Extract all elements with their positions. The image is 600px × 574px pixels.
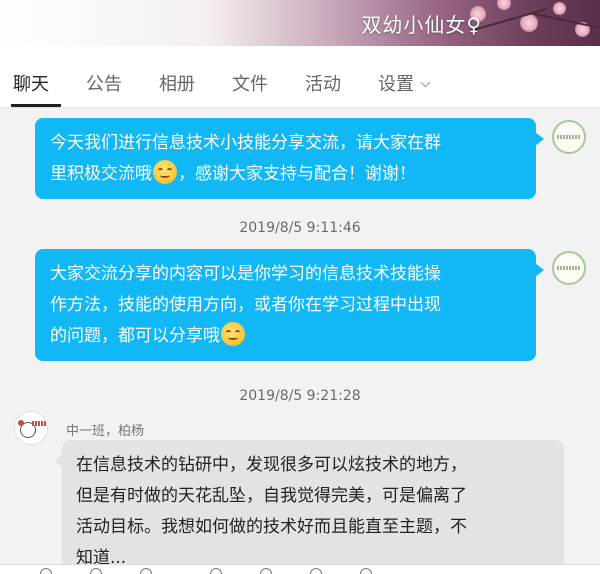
tab-album[interactable]: 相册 bbox=[159, 70, 195, 96]
self-avatar[interactable] bbox=[552, 120, 586, 154]
branch-decoration bbox=[529, 12, 599, 29]
blossom-decoration bbox=[497, 0, 511, 10]
message-text: 的问题，都可以分享哦 bbox=[50, 326, 220, 346]
more-icon[interactable] bbox=[360, 568, 372, 574]
outgoing-message-bubble[interactable]: 今天我们进行信息技术小技能分享交流，请大家在群 里积极交流哦 ，感谢大家支持与配合… bbox=[35, 118, 544, 199]
self-avatar[interactable] bbox=[552, 251, 586, 285]
message-text: 里积极交流哦 bbox=[50, 164, 152, 184]
chevron-down-icon bbox=[420, 77, 431, 88]
blossom-decoration bbox=[553, 2, 566, 15]
message-text: 大家交流分享的内容可以是你学习的信息技术技能操 bbox=[50, 264, 441, 284]
gif-icon[interactable] bbox=[90, 568, 102, 574]
sender-name: 中一班，柏杨 bbox=[66, 424, 145, 439]
message-text: 今天我们进行信息技术小技能分享交流，请大家在群 bbox=[50, 133, 441, 153]
tab-activity[interactable]: 活动 bbox=[305, 70, 341, 96]
smile-emoji-icon bbox=[153, 160, 177, 184]
message-text: 在信息技术的钻研中，发现很多可以炫技术的地方， bbox=[76, 455, 467, 475]
scissors-icon[interactable] bbox=[140, 568, 152, 574]
sender-avatar[interactable] bbox=[14, 411, 48, 445]
chat-message-list[interactable]: 今天我们进行信息技术小技能分享交流，请大家在群 里积极交流哦 ，感谢大家支持与配合… bbox=[0, 108, 600, 564]
mic-icon[interactable] bbox=[310, 568, 322, 574]
active-tab-indicator bbox=[11, 104, 61, 107]
message-text: ，感谢大家支持与配合！谢谢！ bbox=[178, 164, 416, 184]
tab-files[interactable]: 文件 bbox=[232, 70, 268, 96]
emoji-icon[interactable] bbox=[40, 568, 52, 574]
message-text: 作方法，技能的使用方向，或者你在学习过程中出现 bbox=[50, 295, 441, 315]
tab-settings[interactable]: 设置 bbox=[378, 70, 431, 96]
tab-chat[interactable]: 聊天 bbox=[13, 70, 49, 96]
title-bar: 双幼小仙女♀ bbox=[0, 0, 600, 46]
outgoing-message-bubble[interactable]: 大家交流分享的内容可以是你学习的信息技术技能操 作方法，技能的使用方向，或者你在… bbox=[35, 249, 544, 361]
smile-emoji-icon bbox=[221, 322, 245, 346]
group-chat-window: 双幼小仙女♀ 聊天 公告 相册 文件 活动 设置 今天我们进行信息技术小技能分享… bbox=[0, 0, 600, 574]
message-timestamp: 2019/8/5 9:21:28 bbox=[239, 388, 361, 404]
message-text: 活动目标。我想如何做的技术好而且能直至主题，不 bbox=[76, 517, 467, 537]
input-toolbar bbox=[0, 564, 600, 574]
message-text: 知道... bbox=[76, 548, 127, 564]
message-timestamp: 2019/8/5 9:11:46 bbox=[239, 220, 361, 236]
tab-settings-label: 设置 bbox=[378, 74, 414, 95]
incoming-message-bubble[interactable]: 在信息技术的钻研中，发现很多可以炫技术的地方， 但是有时做的天花乱坠，自我觉得完… bbox=[54, 440, 564, 564]
image-icon[interactable] bbox=[210, 568, 222, 574]
folder-icon[interactable] bbox=[260, 568, 272, 574]
tab-announcement[interactable]: 公告 bbox=[86, 70, 122, 96]
message-text: 但是有时做的天花乱坠，自我觉得完美，可是偏离了 bbox=[76, 486, 467, 506]
group-title: 双幼小仙女♀ bbox=[361, 13, 482, 37]
tab-bar: 聊天 公告 相册 文件 活动 设置 bbox=[0, 46, 600, 108]
